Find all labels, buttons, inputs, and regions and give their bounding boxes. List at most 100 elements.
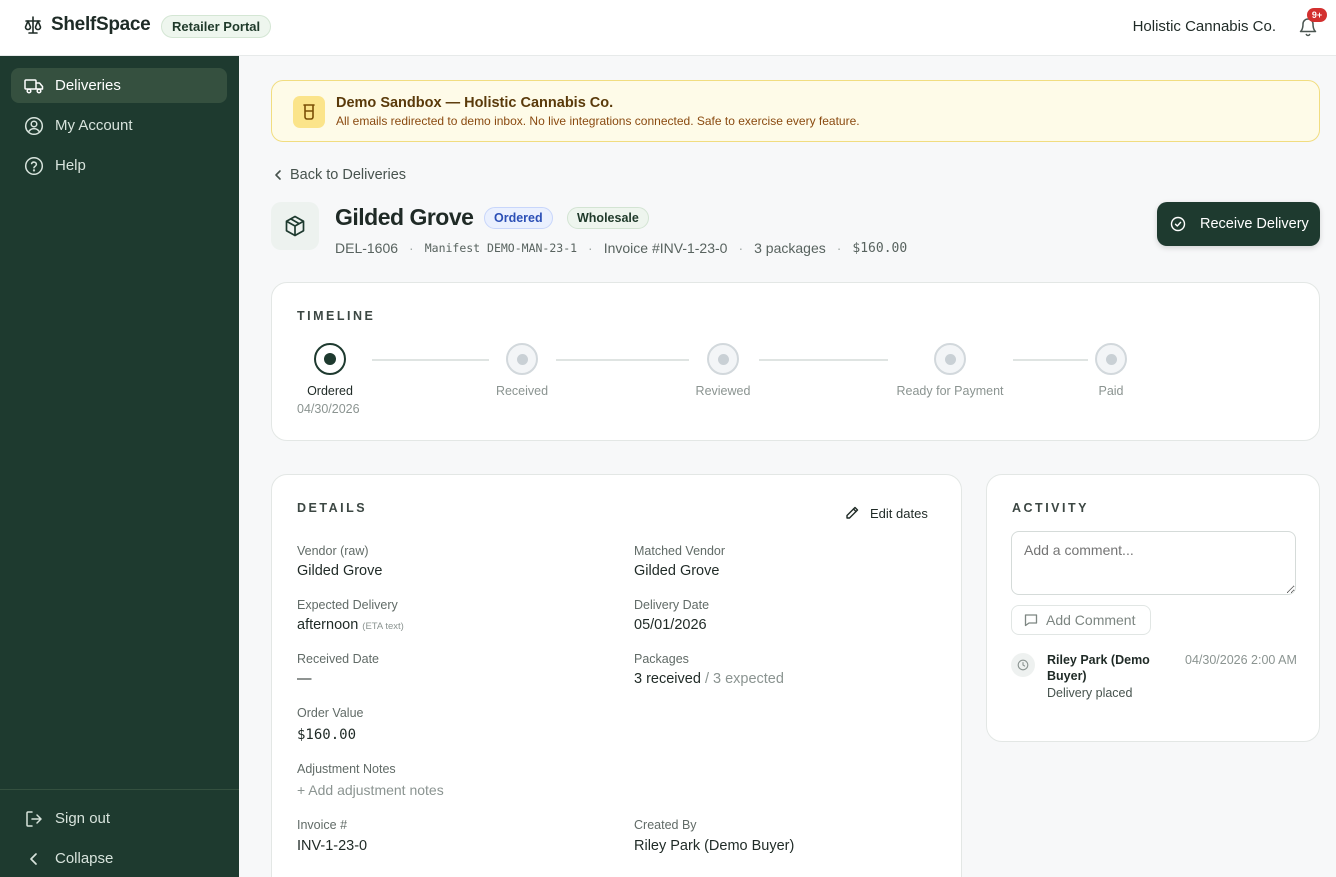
banner-text: All emails redirected to demo inbox. No …	[336, 114, 860, 128]
edit-dates-label: Edit dates	[870, 505, 928, 521]
activity-author: Riley Park (Demo Buyer)	[1047, 653, 1150, 683]
expected-delivery-text: afternoon	[297, 617, 359, 633]
beaker-icon	[293, 96, 325, 128]
notification-count-badge: 9+	[1307, 8, 1327, 22]
clock-icon	[1011, 653, 1035, 677]
package-icon	[271, 202, 319, 250]
top-bar: ShelfSpace Retailer Portal Holistic Cann…	[0, 0, 1336, 56]
order-value-label: Order Value	[297, 706, 364, 720]
demo-sandbox-banner: Demo Sandbox — Holistic Cannabis Co. All…	[271, 80, 1320, 142]
separator-dot: ·	[738, 240, 744, 256]
order-value: $160.00	[297, 727, 357, 743]
separator-dot: ·	[409, 240, 414, 256]
created-by-value: Riley Park (Demo Buyer)	[634, 838, 795, 854]
truck-icon	[24, 76, 44, 96]
packages-received: 3 received	[634, 671, 701, 687]
expected-delivery-label: Expected Delivery	[297, 598, 398, 612]
packages-value: 3 received / 3 expected	[634, 671, 784, 687]
step-ready-for-payment-indicator	[934, 343, 966, 375]
add-comment-label: Add Comment	[1046, 612, 1136, 628]
scale-icon	[23, 14, 43, 36]
delivery-date-value: 05/01/2026	[634, 617, 707, 633]
invoice-number: Invoice #INV-1-23-0	[603, 240, 728, 256]
step-paid-label: Paid	[1098, 384, 1124, 398]
vendor-raw-value: Gilded Grove	[297, 563, 383, 579]
edit-dates-button[interactable]: Edit dates	[844, 505, 928, 521]
delivery-date-label: Delivery Date	[634, 598, 710, 612]
pencil-icon	[844, 505, 860, 521]
details-title: DETAILS	[297, 501, 368, 515]
activity-timestamp: 04/30/2026 2:00 AM	[1185, 653, 1297, 667]
banner-title: Demo Sandbox — Holistic Cannabis Co.	[336, 95, 614, 111]
separator-dot: ·	[588, 240, 593, 256]
step-received-indicator	[506, 343, 538, 375]
step-reviewed-indicator	[707, 343, 739, 375]
sidebar-item-deliveries[interactable]: Deliveries	[11, 68, 227, 103]
step-connector	[372, 359, 489, 361]
packages-expected: / 3 expected	[704, 671, 784, 687]
matched-vendor-value: Gilded Grove	[634, 563, 720, 579]
manifest-id: Manifest DEMO-MAN-23-1	[424, 241, 578, 255]
separator-dot: ·	[836, 240, 842, 256]
invoice-label: Invoice #	[297, 818, 348, 832]
step-connector	[759, 359, 888, 361]
delivery-id: DEL-1606	[335, 240, 399, 256]
check-circle-icon	[1170, 216, 1186, 232]
sign-out-icon	[24, 809, 44, 829]
step-ordered-indicator	[314, 343, 346, 375]
vendor-raw-label: Vendor (raw)	[297, 544, 369, 558]
step-connector	[1013, 359, 1088, 361]
user-circle-icon	[24, 116, 44, 136]
timeline-card: TIMELINE Ordered Received Reviewed Ready…	[271, 282, 1320, 441]
receive-delivery-button[interactable]: Receive Delivery	[1157, 202, 1320, 246]
add-adjustment-notes-link[interactable]: + Add adjustment notes	[297, 782, 444, 798]
brand-name: ShelfSpace	[51, 14, 151, 35]
details-card: DETAILS Edit dates Vendor (raw) Gilded G…	[271, 474, 962, 877]
created-by-label: Created By	[634, 818, 697, 832]
received-date-value: —	[297, 671, 312, 687]
sidebar-item-label: My Account	[55, 117, 133, 134]
sidebar-divider	[0, 789, 239, 790]
received-date-label: Received Date	[297, 652, 379, 666]
collapse-button[interactable]: Collapse	[11, 841, 227, 876]
step-received-label: Received	[495, 384, 549, 398]
delivery-meta: DEL-1606 · Manifest DEMO-MAN-23-1 · Invo…	[335, 240, 907, 256]
comment-input[interactable]	[1011, 531, 1296, 595]
back-to-deliveries-link[interactable]: Back to Deliveries	[274, 167, 406, 183]
activity-card: ACTIVITY Add Comment Riley Park (Demo Bu…	[986, 474, 1320, 742]
help-circle-icon	[24, 156, 44, 176]
step-ordered-date: 04/30/2026	[297, 402, 360, 416]
receive-delivery-label: Receive Delivery	[1200, 216, 1309, 232]
org-name[interactable]: Holistic Cannabis Co.	[1133, 18, 1276, 35]
status-badge: Ordered	[484, 207, 553, 229]
package-count: 3 packages	[754, 240, 826, 256]
back-link-label: Back to Deliveries	[290, 167, 407, 183]
activity-description: Delivery placed	[1047, 686, 1133, 700]
sidebar-item-help[interactable]: Help	[11, 148, 227, 183]
timeline-title: TIMELINE	[297, 309, 376, 323]
invoice-value: INV-1-23-0	[297, 838, 368, 854]
add-comment-button[interactable]: Add Comment	[1011, 605, 1151, 635]
sidebar-item-label: Deliveries	[55, 77, 121, 94]
sign-out-label: Sign out	[55, 810, 111, 827]
step-reviewed-label: Reviewed	[695, 384, 751, 398]
step-ready-for-payment-label: Ready for Payment	[896, 384, 1004, 398]
expected-delivery-value: afternoon (ETA text)	[297, 617, 404, 633]
collapse-label: Collapse	[55, 850, 114, 867]
step-paid-indicator	[1095, 343, 1127, 375]
eta-note: (ETA text)	[362, 621, 404, 632]
brand[interactable]: ShelfSpace	[23, 14, 151, 36]
sidebar-item-my-account[interactable]: My Account	[11, 108, 227, 143]
type-badge: Wholesale	[567, 207, 649, 229]
activity-title: ACTIVITY	[1012, 501, 1089, 515]
step-connector	[556, 359, 689, 361]
packages-label: Packages	[634, 652, 689, 666]
matched-vendor-label: Matched Vendor	[634, 544, 726, 558]
page-title: Gilded Grove	[335, 204, 474, 230]
sidebar: Deliveries My Account Help Sign out Coll…	[0, 56, 239, 877]
chevron-left-icon	[274, 169, 282, 181]
sign-out-button[interactable]: Sign out	[11, 801, 227, 836]
comment-icon	[1023, 612, 1039, 628]
sidebar-item-label: Help	[55, 157, 86, 174]
adjustment-notes-label: Adjustment Notes	[297, 762, 396, 776]
